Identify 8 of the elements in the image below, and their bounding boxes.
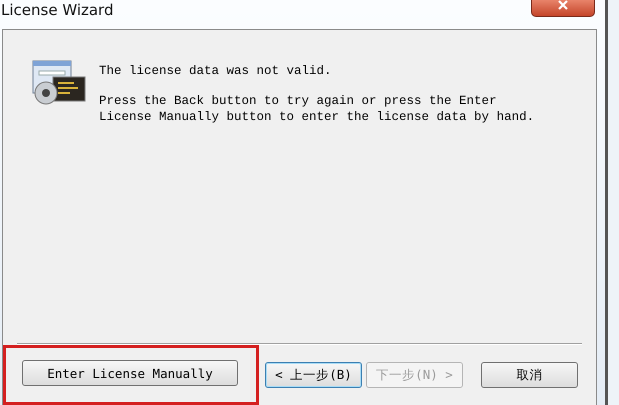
close-button[interactable]	[531, 0, 595, 17]
wizard-nav-button[interactable]: < 上一步(B)	[265, 362, 362, 388]
close-icon	[556, 0, 570, 10]
error-headline: The license data was not valid.	[99, 63, 333, 79]
instruction-text: Press the Back button to try again or press the Enter License Manually button to enter the license data by hand.	[99, 93, 536, 125]
cancel-button[interactable]: 取消	[481, 362, 578, 388]
enter-license-button[interactable]: Enter License Manually	[22, 360, 238, 386]
window-title: License Wizard	[0, 0, 114, 19]
